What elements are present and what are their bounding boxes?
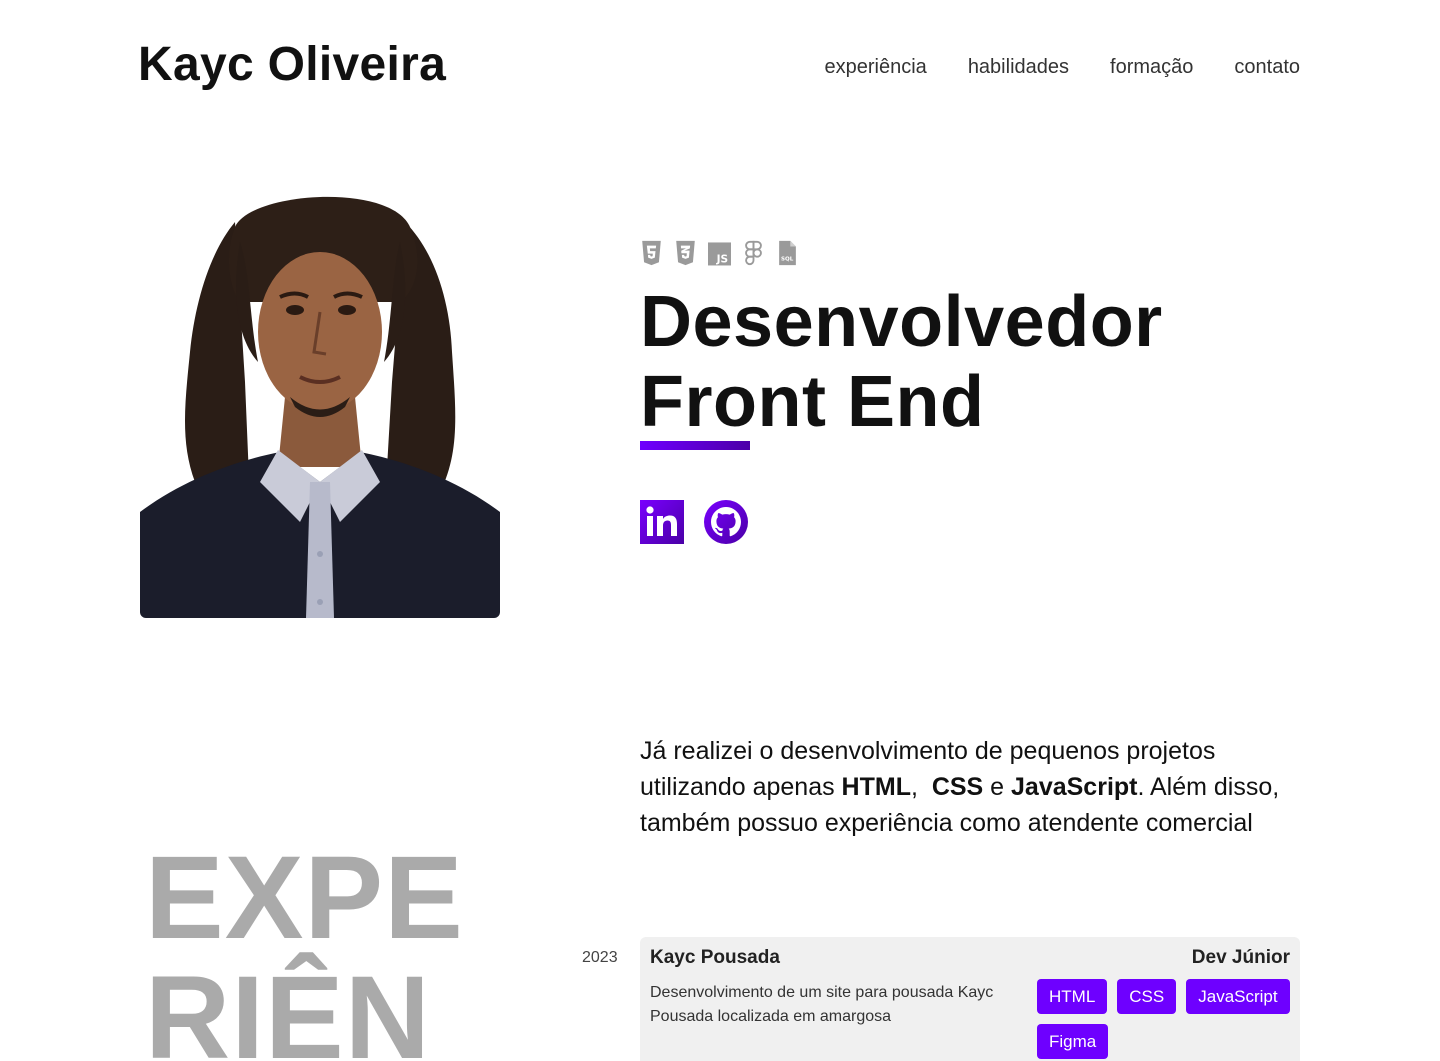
tag-css[interactable]: CSS	[1117, 979, 1177, 1014]
css3-icon	[674, 240, 697, 266]
hero-title-line1: Desenvolvedor	[640, 282, 1163, 362]
intro-comma: ,	[910, 773, 932, 801]
nav-link-formacao[interactable]: formação	[1110, 56, 1193, 79]
experience-heading-line2: RIÊN	[145, 952, 431, 1061]
tag-html[interactable]: HTML	[1037, 979, 1108, 1014]
experience-heading: EXPE RIÊN	[145, 838, 464, 1061]
nav-link-experiencia[interactable]: experiência	[825, 56, 927, 79]
experience-card: Kayc Pousada Dev Júnior Desenvolvimento …	[640, 937, 1300, 1061]
svg-text:SQL: SQL	[781, 256, 794, 262]
figma-icon	[742, 240, 765, 266]
main-nav: experiência habilidades formação contato	[825, 56, 1300, 79]
experience-year: 2023	[582, 949, 618, 966]
experience-description: Desenvolvimento de um site para pousada …	[650, 984, 994, 1025]
intro-paragraph: Já realizei o desenvolvimento de pequeno…	[640, 733, 1320, 841]
social-links	[640, 500, 748, 544]
intro-css: CSS	[931, 773, 984, 801]
nav-link-habilidades[interactable]: habilidades	[968, 56, 1069, 79]
hero-title-underline	[640, 441, 750, 450]
linkedin-icon[interactable]	[640, 500, 684, 544]
brand-name[interactable]: Kayc Oliveira	[138, 37, 446, 92]
tag-figma[interactable]: Figma	[1037, 1024, 1109, 1059]
experience-heading-line1: EXPE	[145, 832, 464, 964]
experience-role: Dev Júnior	[1191, 947, 1290, 968]
intro-html: HTML	[841, 773, 911, 801]
html5-icon	[640, 240, 663, 266]
javascript-icon: JS	[708, 240, 731, 266]
github-icon[interactable]	[704, 500, 748, 544]
nav-link-contato[interactable]: contato	[1234, 56, 1300, 79]
site-header: Kayc Oliveira experiência habilidades fo…	[138, 34, 1300, 94]
experience-tags: HTML CSS JavaScript Figma	[1037, 979, 1295, 1059]
tech-icons-row: JS SQL	[640, 240, 799, 266]
tag-javascript[interactable]: JavaScript	[1186, 979, 1290, 1014]
intro-and: e	[983, 773, 1012, 801]
hero-title: Desenvolvedor Front End	[640, 282, 1320, 442]
svg-text:JS: JS	[716, 254, 729, 266]
intro-js: JavaScript	[1011, 773, 1138, 801]
experience-company: Kayc Pousada	[650, 947, 780, 968]
profile-photo	[140, 182, 500, 618]
sql-file-icon: SQL	[776, 240, 799, 266]
hero-title-line2: Front End	[640, 362, 985, 442]
